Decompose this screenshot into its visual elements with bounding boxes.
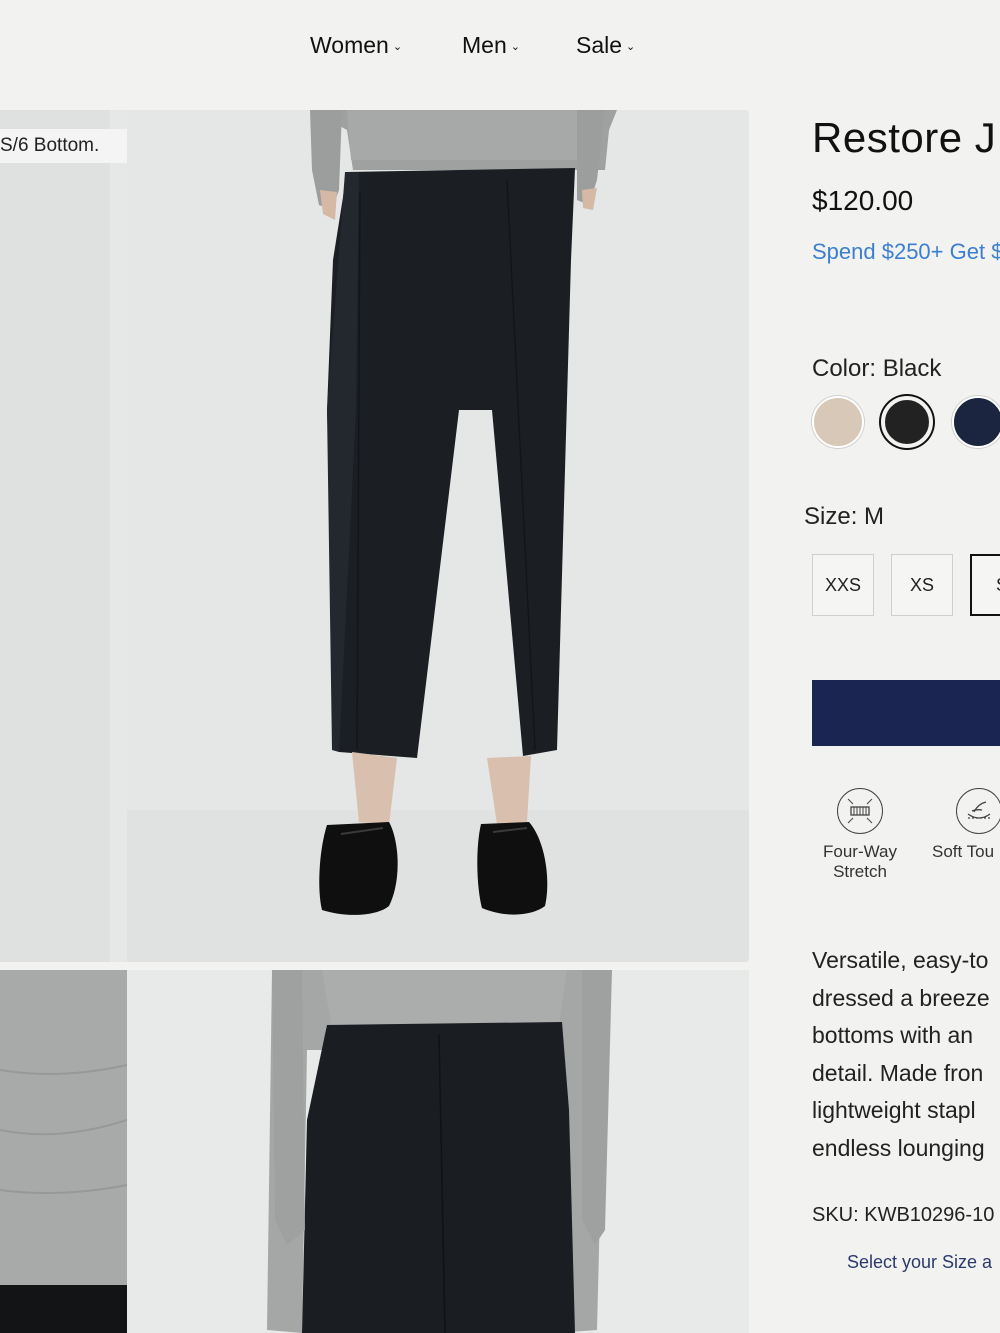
product-sku: SKU: KWB10296-10: [812, 1204, 995, 1226]
color-swatch-black-selected[interactable]: [881, 396, 933, 448]
product-image-side[interactable]: [0, 110, 127, 962]
nav-item-label: Men: [462, 32, 507, 58]
nav-item-men[interactable]: Men ⌄: [462, 32, 520, 59]
promo-link[interactable]: Spend $250+ Get $: [812, 239, 1000, 265]
chevron-down-icon: ⌄: [626, 41, 636, 53]
description-line: dressed a breeze: [812, 984, 990, 1011]
size-option-s[interactable]: S: [970, 554, 1000, 616]
color-label: Color: Black: [812, 355, 942, 382]
feature-label-line1: Soft Tou: [932, 842, 995, 861]
image-caption-tag: S/6 Bottom.: [0, 129, 142, 163]
product-description: Versatile, easy-to dressed a breeze bott…: [812, 942, 1000, 1168]
feature-four-way-stretch: Four-Way Stretch: [812, 788, 908, 882]
product-title: Restore J: [812, 114, 997, 161]
nav-item-label: Women: [310, 32, 389, 58]
description-line: lightweight stapl: [812, 1097, 976, 1124]
product-image-detail[interactable]: [0, 970, 127, 1333]
feature-label-line1: Four-Way: [823, 842, 897, 861]
nav-item-sale[interactable]: Sale ⌄: [576, 32, 635, 59]
image-placeholder-detail: [0, 970, 127, 1333]
size-option-xs[interactable]: XS: [891, 554, 953, 616]
product-image-main[interactable]: [127, 110, 749, 962]
color-swatch-tan[interactable]: [812, 396, 864, 448]
select-size-note: Select your Size a: [847, 1252, 993, 1272]
model-pants-back-illustration: [127, 970, 749, 1333]
size-label: Size: M: [804, 503, 885, 530]
color-swatch-navy[interactable]: [952, 396, 1000, 448]
add-to-bag-button[interactable]: [812, 680, 1000, 746]
chevron-down-icon: ⌄: [510, 41, 520, 53]
top-navigation: Women ⌄ Men ⌄ Sale ⌄: [0, 0, 1000, 95]
chevron-down-icon: ⌄: [392, 41, 403, 53]
description-line: Versatile, easy-to: [812, 947, 989, 973]
soft-touch-icon: [956, 788, 1000, 834]
nav-item-women[interactable]: Women ⌄: [310, 32, 402, 59]
product-price: $120.00: [812, 185, 914, 216]
description-line: bottoms with an: [812, 1022, 974, 1049]
stretch-icon: [837, 788, 883, 834]
description-line: endless lounging: [812, 1134, 985, 1161]
image-placeholder-side: [0, 110, 127, 962]
model-pants-front-illustration: [127, 110, 749, 962]
product-details-panel: Restore J $120.00 Spend $250+ Get $ Colo…: [790, 100, 1000, 1333]
product-image-back[interactable]: [127, 970, 749, 1333]
size-option-xxs[interactable]: XXS: [812, 554, 874, 616]
nav-item-label: Sale: [576, 32, 623, 58]
feature-label-line2: Stretch: [833, 862, 887, 881]
description-line: detail. Made fron: [812, 1059, 984, 1086]
feature-soft-touch: Soft Tou: [932, 788, 1000, 862]
